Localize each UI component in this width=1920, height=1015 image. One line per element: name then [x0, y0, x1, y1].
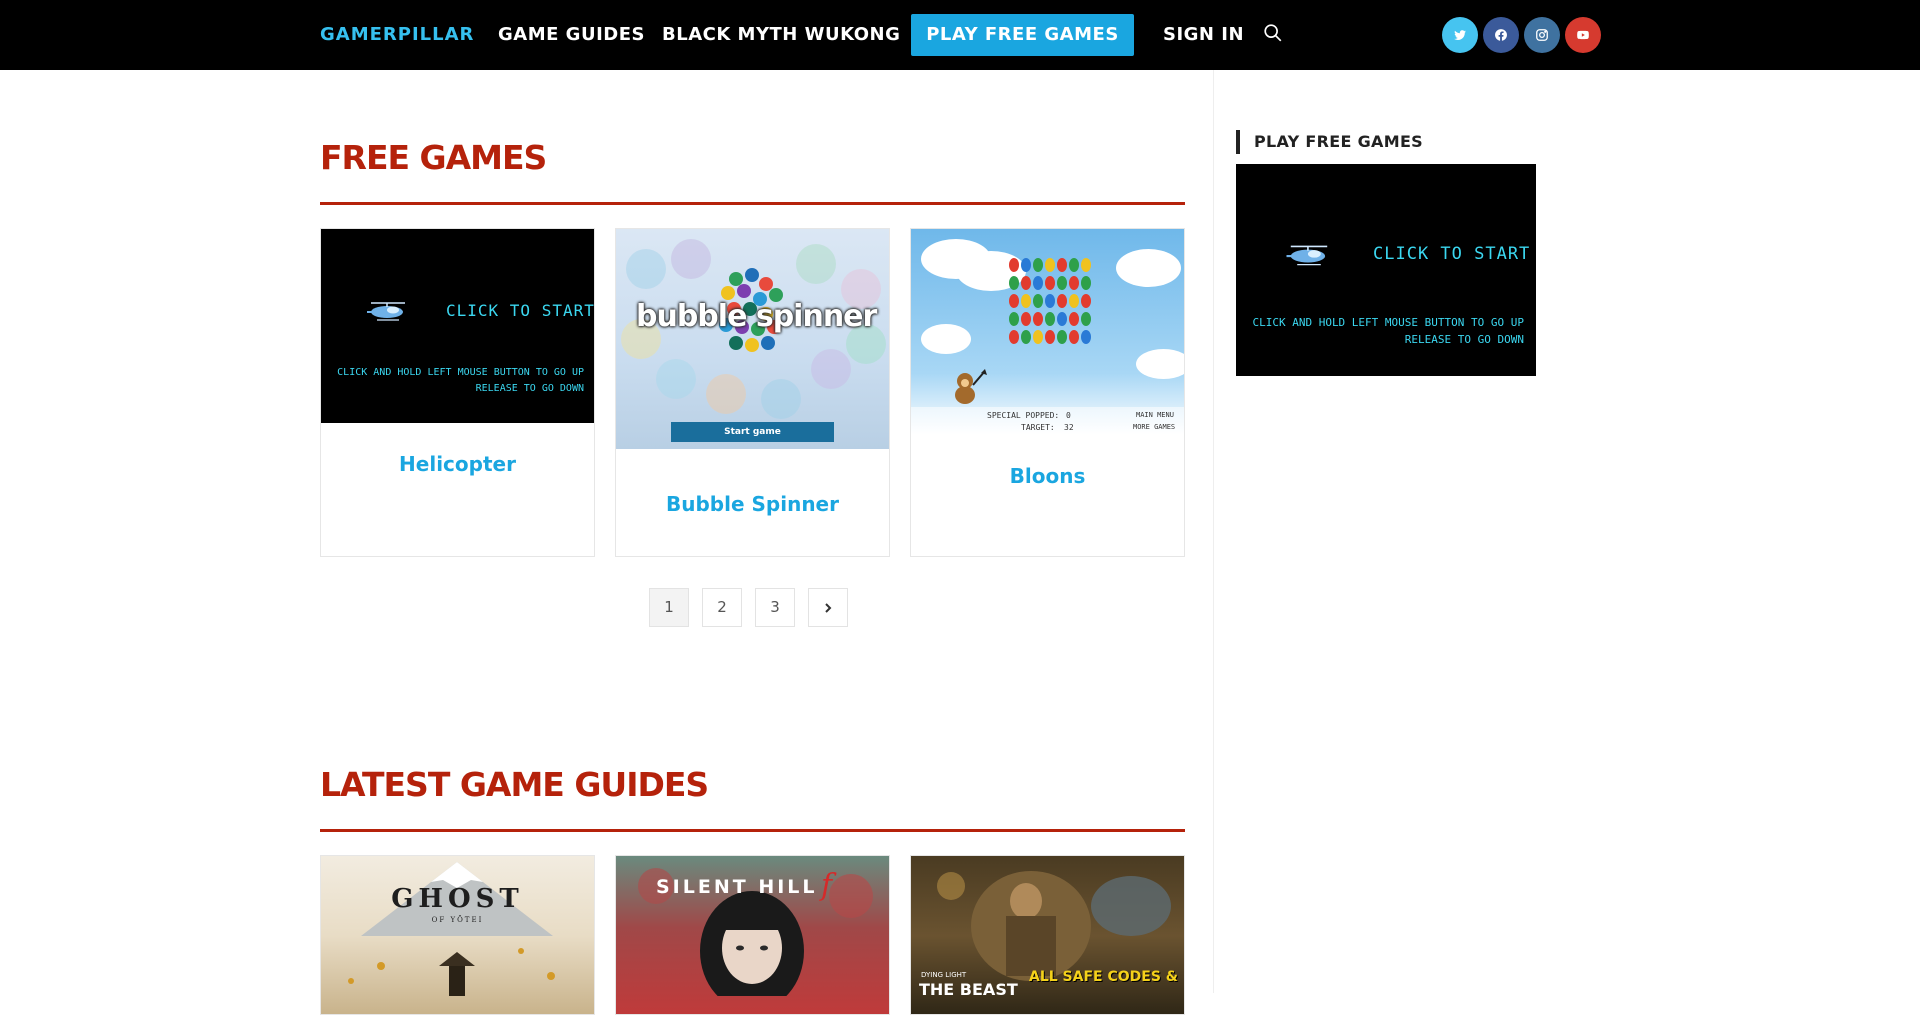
silent-hill-f-thumbnail[interactable]: SILENT HILL f: [616, 856, 889, 1014]
game-title-bubble-spinner[interactable]: Bubble Spinner: [616, 492, 889, 516]
bubble-spinner-logo: bubble spinner: [636, 299, 877, 334]
game-card-bubble-spinner[interactable]: bubble spinner Start game Bubble Spinner: [615, 228, 890, 557]
page-2-button[interactable]: 2: [702, 588, 742, 627]
dying-light-banner-text: ALL SAFE CODES &: [1029, 969, 1178, 985]
helicopter-instruction-up: CLICK AND HOLD LEFT MOUSE BUTTON TO GO U…: [337, 367, 584, 378]
balloons-graphic: [1009, 258, 1091, 344]
ghost-of-yotei-thumbnail[interactable]: GHOST OF YŌTEI: [321, 856, 594, 1014]
guide-card-dying-light-the-beast[interactable]: DYING LIGHT THE BEAST ALL SAFE CODES &: [910, 855, 1185, 1015]
free-games-rule: [320, 202, 1185, 205]
start-game-button[interactable]: Start game: [671, 422, 834, 442]
silent-hill-title-text: SILENT HILL: [656, 876, 818, 898]
dying-light-subtitle-text: DYING LIGHT: [921, 971, 967, 979]
helicopter-instruction-down: RELEASE TO GO DOWN: [475, 383, 584, 394]
next-page-button[interactable]: [808, 588, 848, 627]
dying-light-thumbnail[interactable]: DYING LIGHT THE BEAST ALL SAFE CODES &: [911, 856, 1184, 1014]
latest-guides-heading: LATEST GAME GUIDES: [320, 765, 709, 804]
instagram-icon[interactable]: [1524, 17, 1560, 53]
facebook-icon[interactable]: [1483, 17, 1519, 53]
hud-special-popped-label: SPECIAL POPPED:: [987, 411, 1060, 420]
sidebar-divider: [1213, 70, 1214, 993]
page-3-button[interactable]: 3: [755, 588, 795, 627]
cloud: [921, 324, 971, 354]
free-games-heading: FREE GAMES: [320, 138, 547, 177]
sidebar-instruction-down: RELEASE TO GO DOWN: [1404, 333, 1524, 346]
hud-target-value: 32: [1064, 423, 1074, 432]
game-card-bloons[interactable]: SPECIAL POPPED: 0 TARGET: 32 MAIN MENU M…: [910, 228, 1185, 557]
game-title-helicopter[interactable]: Helicopter: [321, 452, 594, 476]
hud-more-games: MORE GAMES: [1133, 423, 1176, 431]
ghost-subtitle-text: OF YŌTEI: [431, 916, 484, 924]
guide-card-ghost-of-yotei[interactable]: GHOST OF YŌTEI: [320, 855, 595, 1015]
helicopter-icon: [367, 302, 405, 321]
bubble-spinner-thumbnail[interactable]: bubble spinner Start game: [616, 229, 889, 449]
silent-hill-f-letter: f: [821, 868, 833, 903]
ghost-title-text: GHOST: [391, 884, 524, 914]
sidebar-widget-title: PLAY FREE GAMES: [1236, 130, 1423, 154]
youtube-icon[interactable]: [1565, 17, 1601, 53]
sidebar-click-to-start-text: CLICK TO START: [1373, 244, 1531, 264]
sign-in-link[interactable]: SIGN IN: [1163, 0, 1244, 70]
sidebar-helicopter-game[interactable]: CLICK TO START CLICK AND HOLD LEFT MOUSE…: [1236, 164, 1536, 376]
monkey-icon: [955, 369, 987, 404]
nav-link-game-guides[interactable]: GAME GUIDES: [498, 0, 645, 70]
chevron-right-icon: [825, 603, 832, 613]
guide-card-silent-hill-f[interactable]: SILENT HILL f: [615, 855, 890, 1015]
hud-main-menu: MAIN MENU: [1136, 411, 1174, 419]
search-icon[interactable]: [1262, 22, 1286, 46]
cloud: [1116, 249, 1181, 287]
top-navbar: GAMERPILLAR GAME GUIDES BLACK MYTH WUKON…: [0, 0, 1920, 70]
click-to-start-text: CLICK TO START: [446, 301, 594, 320]
latest-guides-rule: [320, 829, 1185, 832]
mountain-graphic: [348, 862, 555, 996]
twitter-icon[interactable]: [1442, 17, 1478, 53]
helicopter-icon: [1286, 245, 1328, 266]
helicopter-thumbnail[interactable]: CLICK TO START CLICK AND HOLD LEFT MOUSE…: [321, 229, 594, 423]
dying-light-title-text: THE BEAST: [919, 980, 1018, 999]
cloud: [1136, 349, 1184, 379]
game-title-bloons[interactable]: Bloons: [911, 464, 1184, 488]
sidebar-instruction-up: CLICK AND HOLD LEFT MOUSE BUTTON TO GO U…: [1252, 316, 1524, 329]
brand-logo-link[interactable]: GAMERPILLAR: [320, 0, 474, 70]
bloons-thumbnail[interactable]: SPECIAL POPPED: 0 TARGET: 32 MAIN MENU M…: [911, 229, 1184, 435]
hud-target-label: TARGET:: [1021, 423, 1055, 432]
game-card-helicopter[interactable]: CLICK TO START CLICK AND HOLD LEFT MOUSE…: [320, 228, 595, 557]
hud-special-popped-value: 0: [1066, 411, 1071, 420]
play-free-games-button[interactable]: PLAY FREE GAMES: [911, 14, 1134, 56]
nav-link-black-myth-wukong[interactable]: BLACK MYTH WUKONG: [662, 0, 900, 70]
page-1-button[interactable]: 1: [649, 588, 689, 627]
